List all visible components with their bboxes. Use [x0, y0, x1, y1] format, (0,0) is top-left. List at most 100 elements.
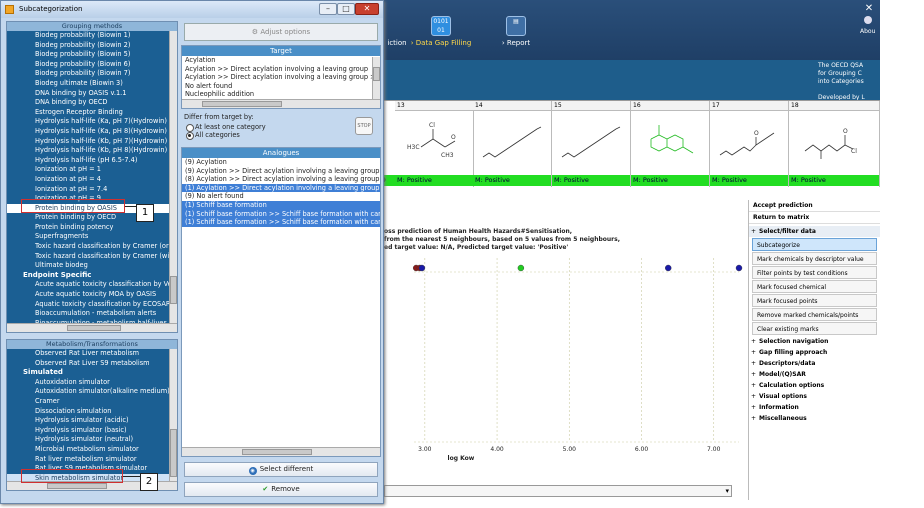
scrollbar-thumb[interactable] [242, 449, 312, 455]
scrollbar-thumb[interactable] [170, 276, 177, 304]
tree-item[interactable]: Biodeg ultimate (Biowin 3) [7, 79, 177, 89]
panel-section[interactable]: Model/(Q)SAR [749, 369, 880, 380]
tree-item[interactable]: Ionization at pH = 1 [7, 165, 177, 175]
tree-item[interactable]: Autoxidation simulator [7, 378, 177, 388]
tree-item[interactable]: Bioaccumulation - metabolism alerts [7, 309, 177, 319]
tree-item[interactable]: Protein binding potency [7, 223, 177, 233]
target-line[interactable]: Nucleophilic addition [182, 90, 380, 99]
analogue-line[interactable]: (1) Schiff base formation >> Schiff base… [182, 209, 380, 219]
tree-item[interactable]: Biodeg probability (Biowin 5) [7, 50, 177, 60]
tree-item[interactable]: Ultimate biodeg [7, 261, 177, 271]
scrollbar-thumb[interactable] [373, 67, 380, 81]
analogue-line[interactable]: (1) Schiff base formation >> Schiff base… [182, 218, 380, 227]
tab-report[interactable]: ▤ › Report [496, 16, 536, 56]
tree-item[interactable]: Estrogen Receptor Binding [7, 108, 177, 118]
minimize-button[interactable]: – [319, 3, 337, 15]
scrollbar-thumb[interactable] [67, 325, 121, 331]
target-line[interactable]: Acylation >> Direct acylation involving … [182, 65, 380, 74]
vertical-scrollbar[interactable] [169, 349, 177, 482]
analogue-line[interactable]: (1) Acylation >> Direct acylation involv… [182, 183, 380, 193]
tree-item[interactable]: Hydrolysis simulator (neutral) [7, 435, 177, 445]
tree-item[interactable]: DNA binding by OECD [7, 98, 177, 108]
panel-section[interactable]: Miscellaneous [749, 413, 880, 424]
stop-icon[interactable]: STOP [355, 117, 373, 135]
maximize-button[interactable]: □ [337, 3, 355, 15]
matrix-column[interactable]: 13 Cl H3C CH3 O M: Positive [395, 101, 474, 187]
adjust-options-button[interactable]: ⚙ Adjust options [184, 23, 378, 41]
tree-item[interactable]: Hydrolysis simulator (basic) [7, 426, 177, 436]
filter-button[interactable]: Mark chemicals by descriptor value [752, 252, 877, 265]
analogue-line[interactable]: (9) Acylation >> Direct acylation involv… [182, 167, 380, 176]
tree-item[interactable]: Dissociation simulation [7, 407, 177, 417]
tree-item[interactable]: DNA binding by OASIS v.1.1 [7, 89, 177, 99]
analogue-line[interactable]: (9) No alert found [182, 192, 380, 201]
filter-button[interactable]: Clear existing marks [752, 322, 877, 335]
select-filter-header[interactable]: Select/filter data [749, 226, 880, 237]
scrollbar-thumb[interactable] [47, 483, 107, 489]
tree-item[interactable]: Hydrolysis half-life (Ka, pH 7)(Hydrowin… [7, 117, 177, 127]
vertical-scrollbar[interactable] [169, 31, 177, 323]
matrix-column[interactable]: 14 M: Positive [473, 101, 552, 187]
tree-item[interactable]: Acute aquatic toxicity MOA by OASIS [7, 290, 177, 300]
tree-item[interactable]: Ionization at pH = 7.4 [7, 185, 177, 195]
tree-item[interactable]: Hydrolysis half-life (pH 6.5-7.4) [7, 156, 177, 166]
scrollbar-thumb[interactable] [202, 101, 282, 107]
filter-button[interactable]: Remove marked chemicals/points [752, 308, 877, 321]
panel-section[interactable]: Calculation options [749, 380, 880, 391]
tree-item[interactable]: Toxic hazard classification by Cramer (w… [7, 252, 177, 262]
radio-at-least-one[interactable]: At least one category [184, 123, 266, 132]
analogue-line[interactable]: (9) Acylation [182, 158, 380, 167]
matrix-column[interactable]: 15 M: Positive [552, 101, 631, 187]
close-button[interactable]: ✕ [355, 3, 379, 15]
horizontal-scrollbar[interactable] [7, 323, 177, 332]
tab-prediction[interactable]: iction [386, 16, 408, 56]
panel-section[interactable]: Gap filling approach [749, 347, 880, 358]
about-button[interactable]: Abou [860, 16, 880, 46]
analogue-line[interactable]: (8) Acylation >> Direct acylation involv… [182, 175, 380, 184]
app-close-icon[interactable]: ✕ [862, 3, 876, 15]
tree-item[interactable]: Hydrolysis simulator (acidic) [7, 416, 177, 426]
target-line[interactable]: No alert found [182, 82, 380, 91]
bottom-dropdown[interactable]: ▾ [384, 485, 732, 497]
filter-button[interactable]: Mark focused points [752, 294, 877, 307]
select-different-button[interactable]: ◉ Select different [184, 462, 378, 477]
tree-item[interactable]: Biodeg probability (Biowin 1) [7, 31, 177, 41]
tree-item[interactable]: Hydrolysis half-life (Kb, pH 7)(Hydrowin… [7, 137, 177, 147]
target-line[interactable]: Acylation [182, 56, 380, 65]
panel-section[interactable]: Descriptors/data [749, 358, 880, 369]
tree-item[interactable]: Biodeg probability (Biowin 2) [7, 41, 177, 51]
tree-item[interactable]: Cramer [7, 397, 177, 407]
tree-item[interactable]: Superfragments [7, 232, 177, 242]
radio-all-categories[interactable]: All categories [184, 131, 266, 140]
tree-item[interactable]: Aquatic toxicity classification by ECOSA… [7, 300, 177, 310]
return-to-matrix-button[interactable]: Return to matrix [749, 212, 880, 224]
tab-data-gap-filling[interactable]: 0101 01 10100 › Data Gap Filling [410, 16, 472, 56]
tree-item[interactable]: Observed Rat Liver S9 metabolism [7, 359, 177, 369]
tree-item[interactable]: Microbial metabolism simulator [7, 445, 177, 455]
matrix-column[interactable]: 16 M: Positive [631, 101, 710, 187]
tree-item[interactable]: Biodeg probability (Biowin 7) [7, 69, 177, 79]
remove-button[interactable]: ✔ Remove [184, 482, 378, 497]
tree-item[interactable]: Hydrolysis half-life (Ka, pH 8)(Hydrowin… [7, 127, 177, 137]
tree-item[interactable]: Autoxidation simulator(alkaline medium) [7, 387, 177, 397]
analogue-line[interactable]: (1) Schiff base formation [182, 200, 380, 210]
scrollbar-thumb[interactable] [170, 429, 177, 477]
filter-button[interactable]: Subcategorize [752, 238, 877, 251]
panel-section[interactable]: Visual options [749, 391, 880, 402]
filter-button[interactable]: Filter points by test conditions [752, 266, 877, 279]
vertical-scrollbar[interactable] [372, 57, 380, 99]
tree-item[interactable]: Hydrolysis half-life (Kb, pH 8)(Hydrowin… [7, 146, 177, 156]
target-line[interactable]: Acylation >> Direct acylation involving … [182, 73, 380, 82]
tree-item[interactable]: Observed Rat Liver metabolism [7, 349, 177, 359]
accept-prediction-button[interactable]: Accept prediction [749, 200, 880, 212]
horizontal-scrollbar[interactable] [182, 447, 380, 456]
matrix-column[interactable]: 17 O M: Positive [710, 101, 789, 187]
tree-item[interactable]: Acute aquatic toxicity classification by… [7, 280, 177, 290]
panel-section[interactable]: Selection navigation [749, 336, 880, 347]
tree-item[interactable]: Ionization at pH = 4 [7, 175, 177, 185]
tree-item[interactable]: Biodeg probability (Biowin 6) [7, 60, 177, 70]
tree-item[interactable]: Rat liver metabolism simulator [7, 455, 177, 465]
tree-item[interactable]: Toxic hazard classification by Cramer (o… [7, 242, 177, 252]
filter-button[interactable]: Mark focused chemical [752, 280, 877, 293]
horizontal-scrollbar[interactable] [182, 99, 380, 108]
